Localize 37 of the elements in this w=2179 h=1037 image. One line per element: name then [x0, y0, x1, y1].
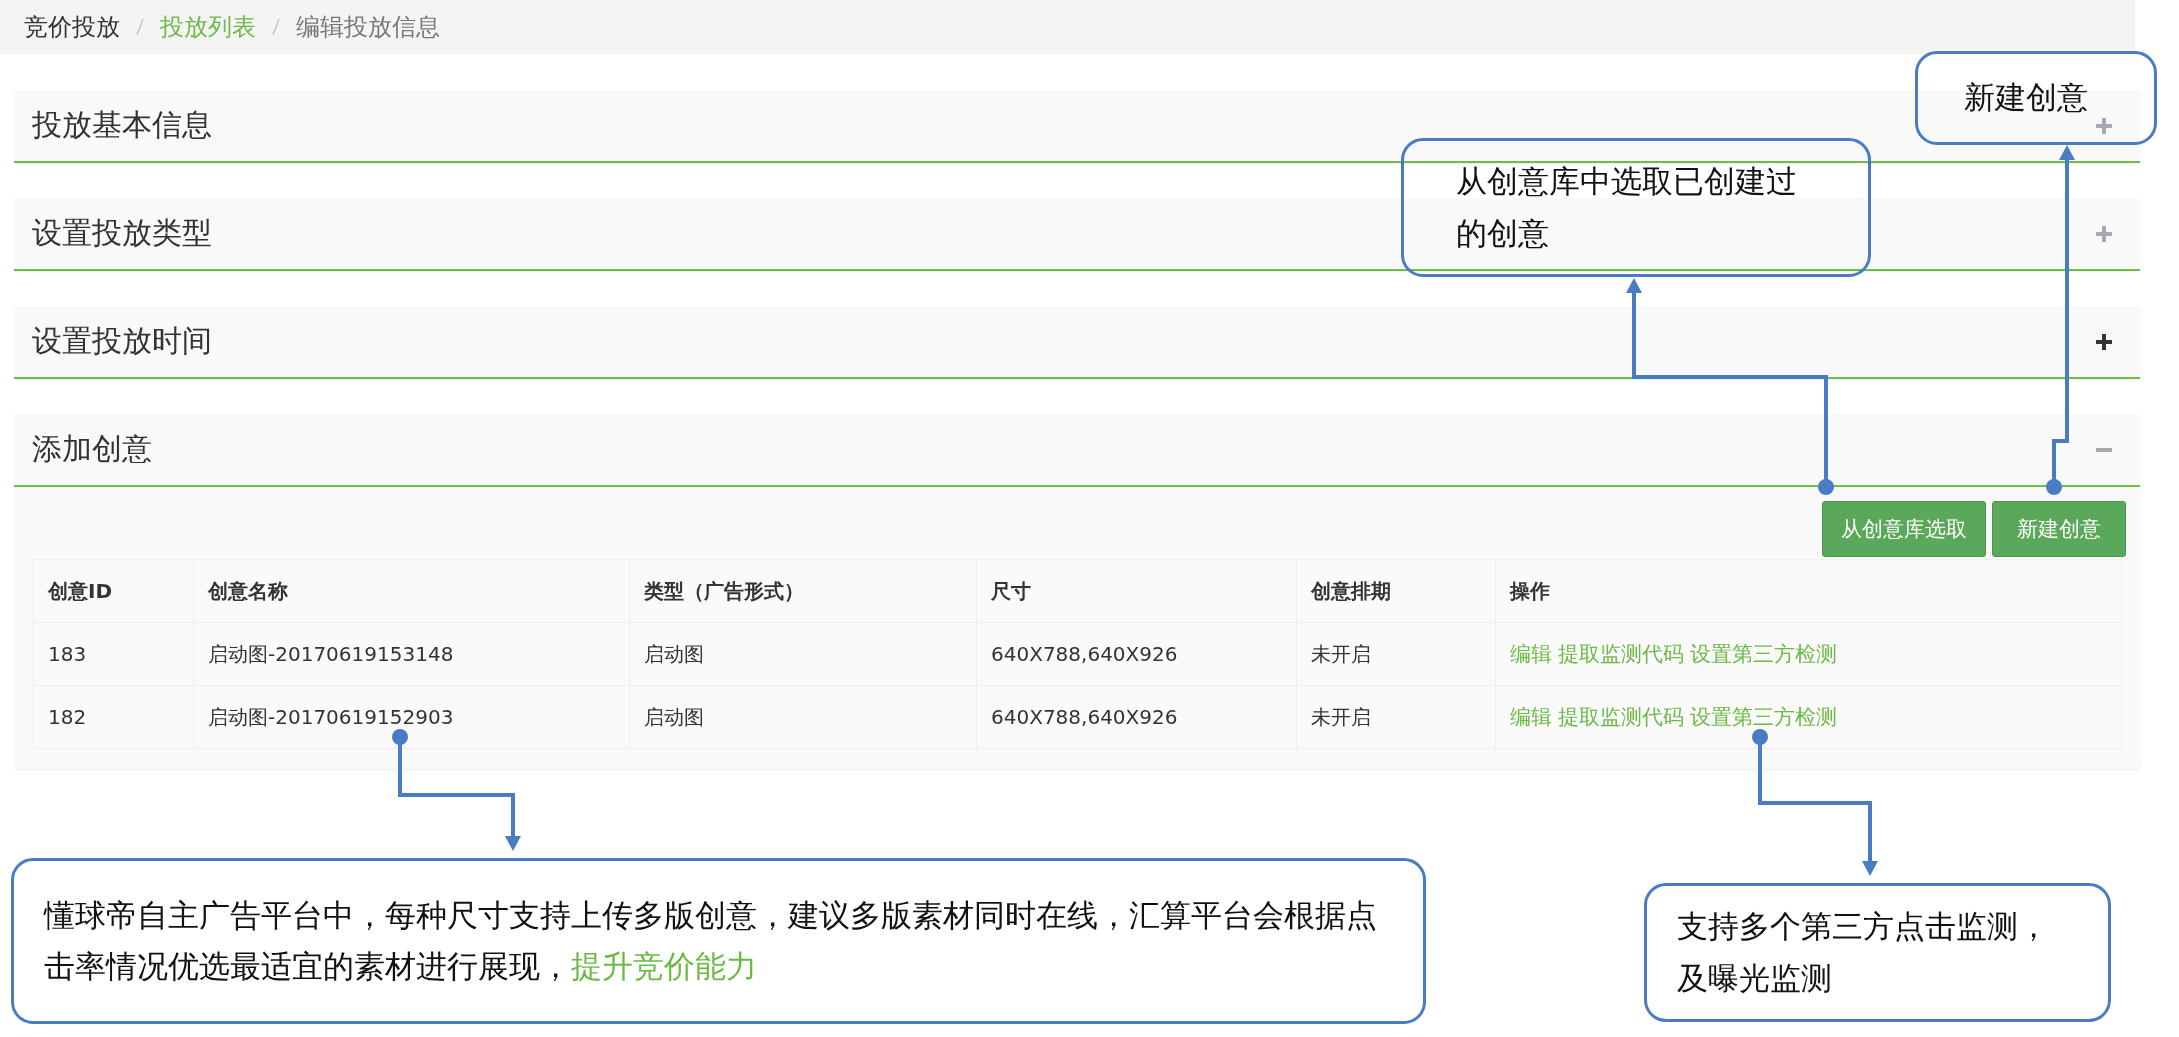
- panel-header[interactable]: 设置投放时间: [14, 306, 2140, 379]
- action-link[interactable]: 设置第三方检测: [1690, 640, 1837, 668]
- column-header: 操作: [1495, 559, 2122, 623]
- table-cell: 启动图-20170619153148: [193, 622, 630, 686]
- breadcrumb-link[interactable]: 投放列表: [160, 11, 256, 43]
- column-header: 创意名称: [193, 559, 630, 623]
- column-header: 尺寸: [976, 559, 1297, 623]
- action-link[interactable]: 编辑: [1510, 703, 1552, 731]
- table-cell: 182: [33, 685, 194, 749]
- panel-title: 设置投放类型: [32, 214, 212, 252]
- action-link[interactable]: 编辑: [1510, 640, 1552, 668]
- panel-title: 投放基本信息: [32, 106, 212, 144]
- action-link[interactable]: 提取监测代码: [1558, 640, 1684, 668]
- expand-icon[interactable]: [2094, 331, 2114, 352]
- column-header: 创意ID: [33, 559, 194, 623]
- action-link[interactable]: 设置第三方检测: [1690, 703, 1837, 731]
- table-cell: 未开启: [1296, 685, 1496, 749]
- action-button[interactable]: 新建创意: [1992, 501, 2126, 557]
- panel-header[interactable]: 添加创意: [14, 414, 2140, 487]
- breadcrumb-item: 竞价投放: [24, 12, 120, 43]
- table-cell: 183: [33, 622, 194, 686]
- callout-text: 懂球帝自主广告平台中，每种尺寸支持上传多版创意，建议多版素材同时在线，汇算平台会根据点击率情况优选最适宜的素材进行展现，提升竞价能力: [44, 895, 1378, 986]
- callout-text: 支持多个第三方点击监测，及曝光监测: [1677, 907, 2050, 998]
- separator-icon: [136, 18, 144, 36]
- action-button[interactable]: 从创意库选取: [1822, 501, 1986, 557]
- column-header: 类型（广告形式）: [629, 559, 977, 623]
- table-cell: 640X788,640X926: [976, 622, 1297, 686]
- panel-title: 添加创意: [32, 430, 152, 468]
- separator-icon: [272, 18, 280, 36]
- column-header: 创意排期: [1296, 559, 1496, 623]
- panel-title: 设置投放时间: [32, 322, 212, 360]
- breadcrumb-item: 编辑投放信息: [296, 12, 440, 43]
- table-cell: 启动图: [629, 622, 977, 686]
- table-cell: 640X788,640X926: [976, 685, 1297, 749]
- table-cell: 未开启: [1296, 622, 1496, 686]
- table-cell: 启动图: [629, 685, 977, 749]
- action-link[interactable]: 提取监测代码: [1558, 703, 1684, 731]
